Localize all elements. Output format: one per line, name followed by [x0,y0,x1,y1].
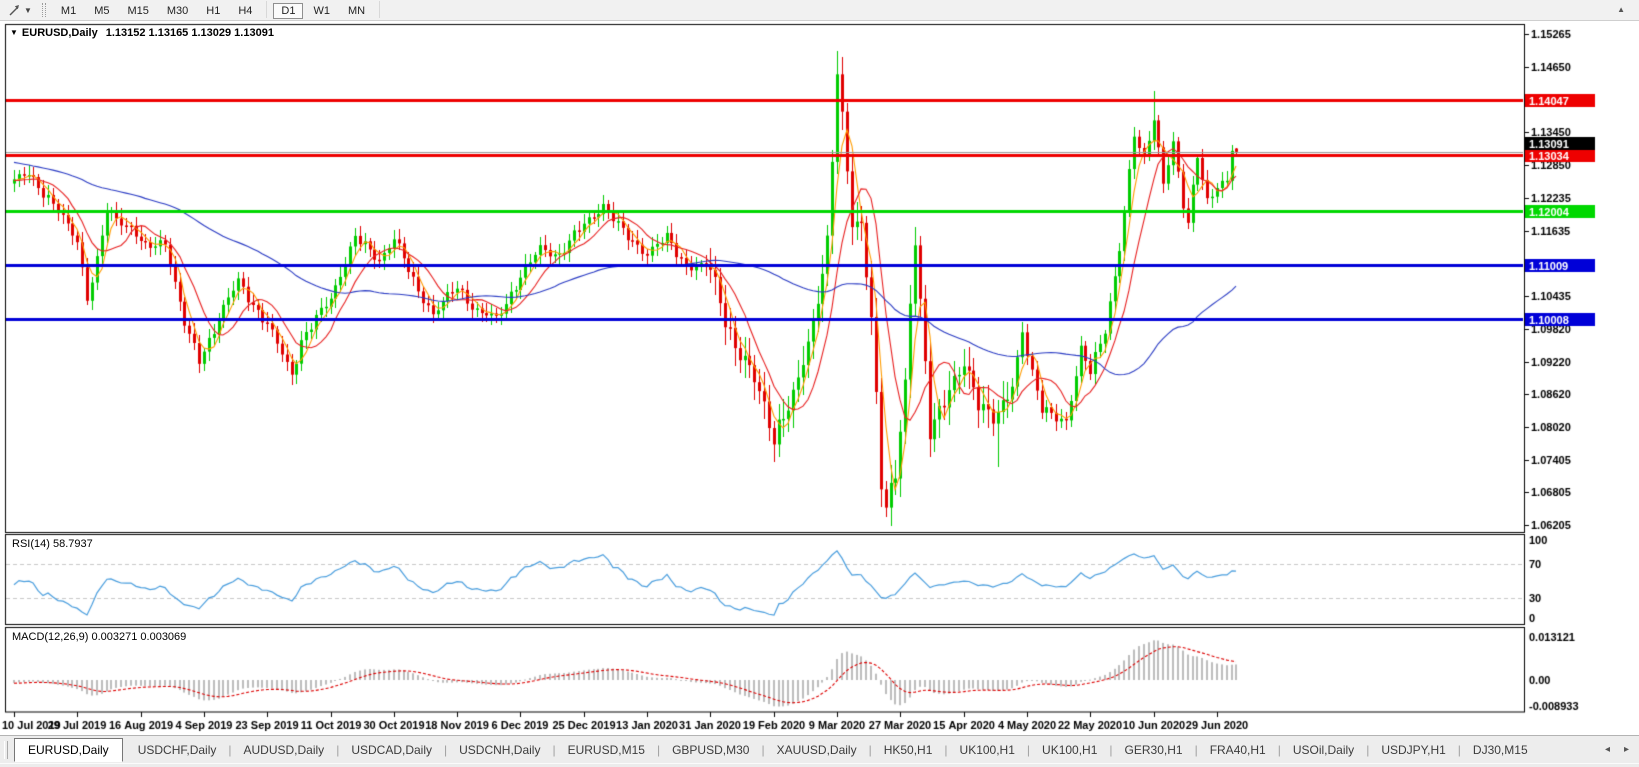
tab-dj30-m15[interactable]: DJ30,M15 [1462,739,1539,761]
timeframe-toolbar: M1 M5 M15 M30 H1 H4 D1 W1 MN [52,1,385,19]
tab-hk50-h1[interactable]: HK50,H1 [873,739,944,761]
tab-fra40-h1[interactable]: FRA40,H1 [1199,739,1277,761]
tabbar-grip [4,740,8,759]
timeframe-button-h1[interactable]: H1 [198,3,228,19]
toolbar-separator [266,1,268,18]
tab-audusd-daily[interactable]: AUDUSD,Daily [233,739,336,761]
chart-window: ▼ EURUSD,Daily 1.13152 1.13165 1.13029 1.1… [0,21,1639,735]
timeframe-button-w1[interactable]: W1 [305,3,338,19]
tab-separator: | [444,742,448,757]
tab-separator: | [1366,742,1370,757]
chart-menu-icon[interactable]: ▼ [10,28,18,37]
tab-separator: | [656,742,661,757]
tab-uk100-h1[interactable]: UK100,H1 [949,739,1026,761]
tab-eurusd-m15[interactable]: EURUSD,M15 [557,739,656,761]
tab-separator: | [1194,742,1198,757]
timeframe-button-m15[interactable]: M15 [119,3,156,19]
status-strip [0,763,1639,767]
tab-usdcad-daily[interactable]: USDCAD,Daily [340,739,443,761]
timeframe-button-m5[interactable]: M5 [86,3,117,19]
tab-usdjpy-h1[interactable]: USDJPY,H1 [1370,739,1456,761]
chart-symbol-period: EURUSD,Daily [21,27,98,39]
timeframe-button-m30[interactable]: M30 [159,3,196,19]
tab-separator: | [1277,742,1281,757]
tab-separator: | [761,742,765,757]
macd-indicator-label: MACD(12,26,9) 0.003271 0.003069 [12,631,187,643]
chart-tabs-bar: EURUSD,Daily USDCHF,Daily | AUDUSD,Daily | US… [0,735,1639,763]
price-chart-canvas[interactable] [0,21,1639,735]
tab-separator: | [336,742,340,757]
tab-separator: | [552,742,556,757]
tab-separator: | [868,742,872,757]
rsi-indicator-label: RSI(14) 58.7937 [12,538,93,550]
tab-scroll-left-icon[interactable]: ◂ [1605,744,1610,755]
timeframe-button-mn[interactable]: MN [340,3,373,19]
tool-dropdown-icon[interactable]: ▼ [24,6,32,15]
toolbar-grip [41,3,46,17]
top-toolbar: ▼ M1 M5 M15 M30 H1 H4 D1 W1 MN ▲ [0,0,1639,21]
tab-separator: | [944,742,948,757]
timeframe-button-m1[interactable]: M1 [53,3,84,19]
toolbar-separator [379,1,381,18]
tab-scroll-right-icon[interactable]: ▸ [1624,744,1629,755]
timeframe-button-h4[interactable]: H4 [230,3,260,19]
tab-eurusd-daily[interactable]: EURUSD,Daily [14,737,123,762]
tab-xauusd-daily[interactable]: XAUUSD,Daily [766,739,868,761]
tab-separator: | [228,742,232,757]
tab-uk100-h1[interactable]: UK100,H1 [1031,739,1108,761]
tab-usoil-daily[interactable]: USOil,Daily [1282,739,1365,761]
chart-ohlc-values: 1.13152 1.13165 1.13029 1.13091 [105,27,274,39]
tab-gbpusd-m30[interactable]: GBPUSD,M30 [661,739,760,761]
tab-usdchf-daily[interactable]: USDCHF,Daily [127,739,228,761]
timeframe-button-d1[interactable]: D1 [273,3,304,19]
tab-separator: | [1109,742,1113,757]
tab-ger30-h1[interactable]: GER30,H1 [1114,739,1194,761]
tab-separator: | [1457,742,1461,757]
tab-usdcnh-daily[interactable]: USDCNH,Daily [448,739,551,761]
crosshair-tool-icon[interactable] [8,3,22,17]
chart-title: ▼ EURUSD,Daily 1.13152 1.13165 1.13029 1.1… [10,27,274,39]
toolbar-overflow-icon[interactable]: ▲ [1617,5,1625,14]
tab-separator: | [1026,742,1031,757]
